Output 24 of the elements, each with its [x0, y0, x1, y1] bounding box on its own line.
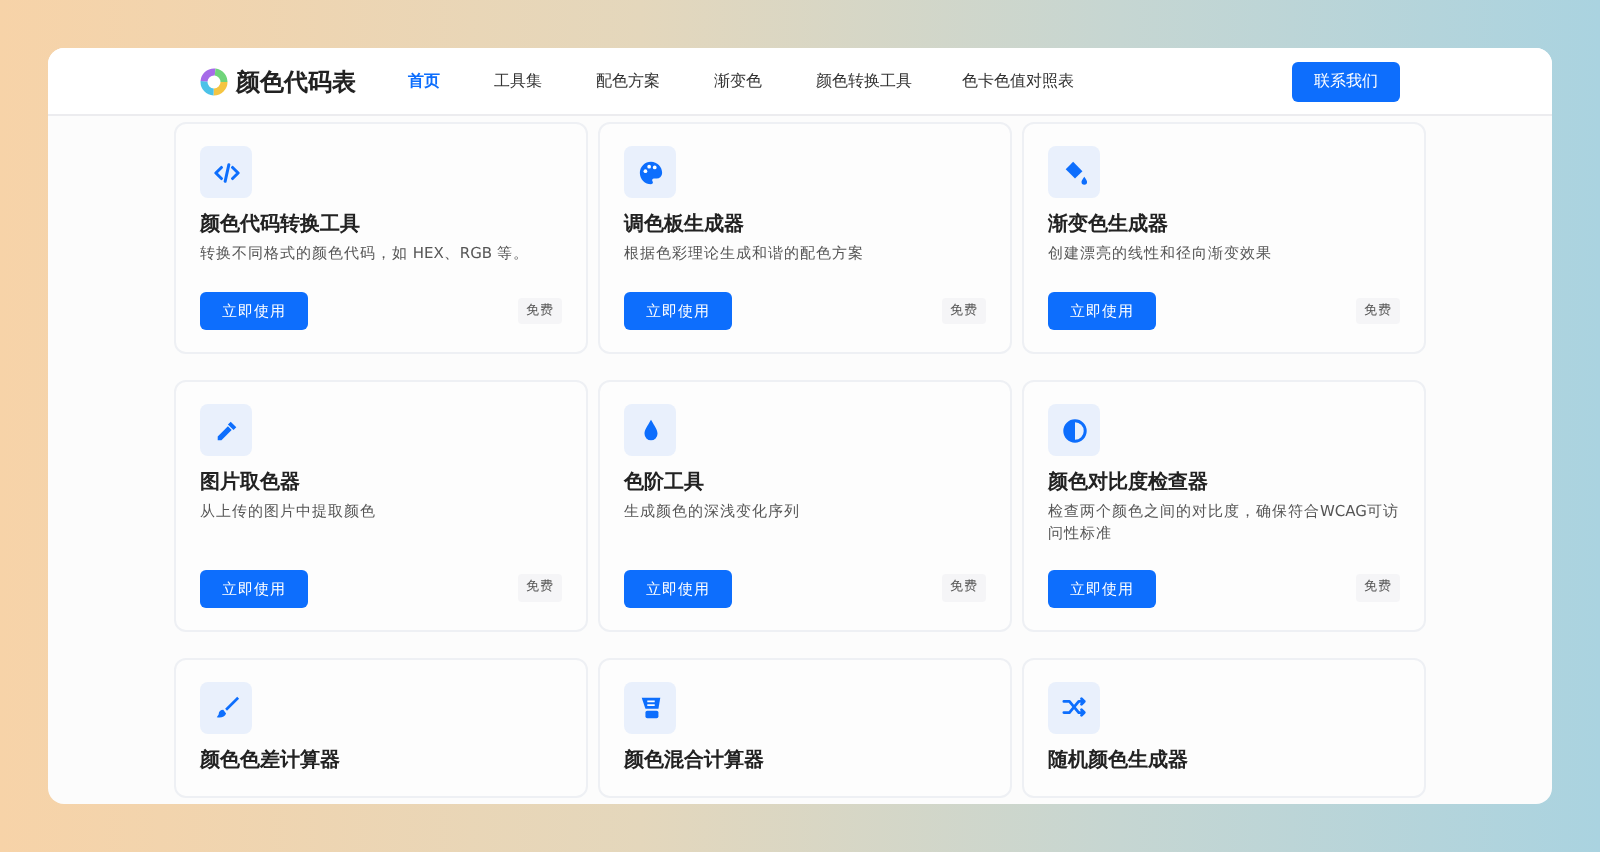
tool-title: 调色板生成器	[624, 214, 746, 238]
paint-bucket-icon	[1048, 146, 1100, 198]
tool-title: 颜色色差计算器	[200, 749, 342, 774]
palette-icon	[624, 146, 676, 198]
brush-icon	[200, 681, 252, 734]
tool-title: 颜色混合计算器	[624, 749, 766, 774]
tool-title: 色阶工具	[624, 472, 706, 496]
tool-title: 颜色对比度检查器	[1048, 472, 1210, 496]
color-wheel-logo-icon	[200, 67, 228, 95]
nav-link[interactable]: 颜色转换工具	[816, 69, 912, 93]
droplet-icon	[624, 404, 676, 456]
nav-link[interactable]: 工具集	[494, 69, 542, 93]
contact-button[interactable]: 联系我们	[1292, 61, 1400, 101]
nav-link[interactable]: 首页	[408, 69, 440, 93]
shuffle-icon	[1048, 681, 1100, 734]
nav-link[interactable]: 渐变色	[714, 69, 762, 93]
site-title: 颜色代码表	[236, 65, 356, 99]
tool-title: 图片取色器	[200, 472, 302, 496]
code-icon	[200, 146, 252, 198]
tool-title: 渐变色生成器	[1048, 214, 1170, 238]
tool-title: 颜色代码转换工具	[200, 214, 362, 238]
nav-link[interactable]: 配色方案	[596, 69, 660, 93]
nav-link[interactable]: 色卡色值对照表	[962, 69, 1074, 93]
tool-title: 随机颜色生成器	[1048, 749, 1190, 774]
